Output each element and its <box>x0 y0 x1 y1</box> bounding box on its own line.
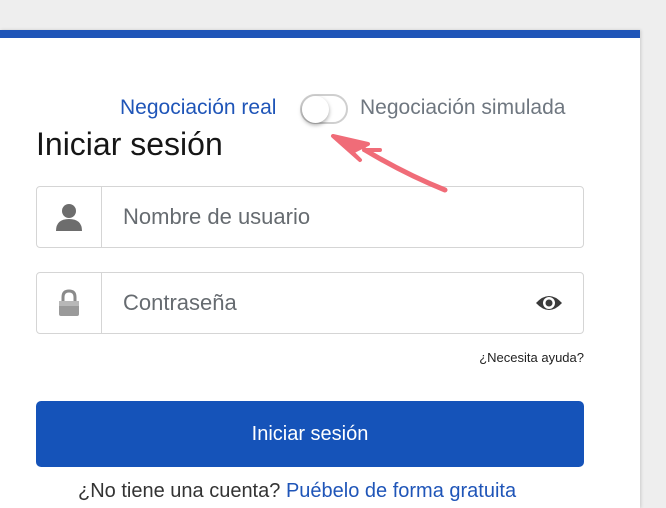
login-card: Negociación real Negociación simulada In… <box>0 30 640 508</box>
simulated-trading-label[interactable]: Negociación simulada <box>360 96 565 120</box>
lock-icon <box>59 289 79 316</box>
username-icon-box <box>37 187 102 247</box>
eye-icon[interactable] <box>535 291 563 315</box>
toggle-knob[interactable] <box>302 96 329 123</box>
page-title: Iniciar sesión <box>36 126 223 162</box>
signup-prompt: ¿No tiene una cuenta? <box>78 480 281 502</box>
login-button[interactable]: Iniciar sesión <box>36 401 584 467</box>
real-trading-label[interactable]: Negociación real <box>120 96 276 120</box>
username-field[interactable]: Nombre de usuario <box>36 186 584 248</box>
trading-mode-toggle[interactable] <box>300 94 348 124</box>
signup-link[interactable]: Puébelo de forma gratuita <box>286 480 516 502</box>
password-field[interactable]: Contraseña <box>36 272 584 334</box>
help-link[interactable]: ¿Necesita ayuda? <box>479 350 584 365</box>
password-input[interactable]: Contraseña <box>123 273 237 333</box>
username-input[interactable]: Nombre de usuario <box>123 187 310 247</box>
trading-mode-switcher: Negociación real Negociación simulada <box>0 92 640 124</box>
user-icon <box>56 204 82 231</box>
password-icon-box <box>37 273 102 333</box>
